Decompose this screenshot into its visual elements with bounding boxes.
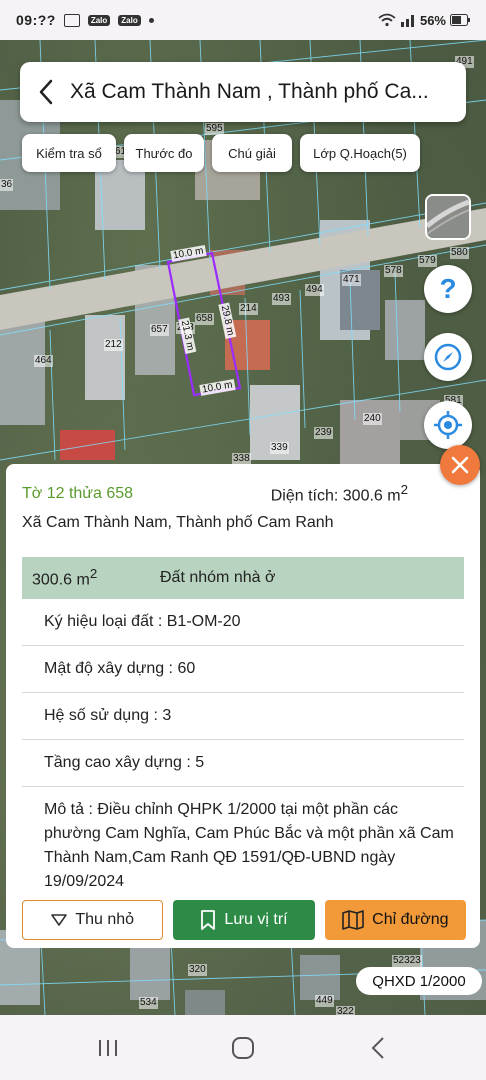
parcel-number: 449 [315,995,334,1007]
parcel-area: Diện tích: 300.6 m2 [271,482,408,505]
measure-button[interactable]: Thước đo [124,134,204,172]
locate-icon [434,411,462,439]
location-header: Xã Cam Thành Nam , Thành phố Ca... [20,62,466,122]
parcel-number: 579 [418,255,437,267]
status-bar: 09:?? Zalo Zalo 56% [0,0,486,40]
zalo-icon: Zalo [87,14,111,26]
parcel-area-unit: 2 [400,482,408,498]
location-title[interactable]: Xã Cam Thành Nam , Thành phố Ca... [70,80,452,104]
parcel-number: 52323 [392,955,422,967]
parcel-number: 494 [305,284,324,296]
compass-icon [434,343,462,371]
wifi-icon [378,13,396,27]
parcel-number: 240 [363,413,382,425]
recents-icon[interactable] [78,1028,138,1068]
bookmark-icon [201,910,216,930]
parcel-number: 36 [0,179,14,191]
battery-icon [450,14,470,26]
zone-area-unit: 2 [89,566,98,582]
parcel-number: 320 [188,964,207,976]
planning-layer-button[interactable]: Lớp Q.Hoạch(5) [300,134,420,172]
status-time: 09:?? [16,12,56,28]
zone-row: 300.6 m2 Đất nhóm nhà ở [22,557,464,599]
help-button[interactable]: ? [424,265,472,313]
layers-icon [427,196,469,238]
save-location-button[interactable]: Lưu vị trí [173,900,315,940]
legend-button[interactable]: Chú giải [212,134,292,172]
dot-icon [148,17,154,23]
close-icon [451,456,469,474]
zone-area-value: 300.6 m [32,571,90,589]
parcel-number: 657 [150,324,169,336]
system-nav-bar [0,1015,486,1080]
back-icon[interactable] [348,1028,408,1068]
chevron-down-icon [51,914,68,926]
parcel-number: 534 [139,997,158,1009]
parcel-header: Tờ 12 thửa 658 Diện tích: 300.6 m2 [22,482,462,506]
collapse-button[interactable]: Thu nhỏ [22,900,164,940]
help-icon: ? [439,273,457,304]
directions-button[interactable]: Chỉ đường [324,900,466,940]
parcel-number: 239 [314,427,333,439]
parcel-number: 212 [104,339,123,351]
parcel-number: 578 [384,265,403,277]
scale-badge[interactable]: QHXD 1/2000 [356,967,482,995]
parcel-number: 471 [342,274,361,286]
battery-percent: 56% [419,12,446,28]
parcel-number: 322 [336,1006,355,1015]
land-code-row: Ký hiệu loại đất : B1-OM-20 [22,599,464,646]
parcel-number: 580 [450,247,469,259]
map-icon [342,910,364,930]
tool-chips: Kiểm tra sổ Thước đo Chú giải Lớp Q.Hoạc… [22,134,420,172]
close-button[interactable] [440,445,480,485]
floors-row: Tầng cao xây dựng : 5 [22,740,464,787]
parcel-number: 339 [270,442,289,454]
save-location-label: Lưu vị trí [224,911,288,928]
zone-area: 300.6 m2 [32,566,160,589]
locate-button[interactable] [424,401,472,449]
parcel-number: 493 [272,293,291,305]
parcel-area-label: Diện tích: 300.6 m [270,487,401,505]
plan-description: Mô tả : Điều chỉnh QHPK 1/2000 tại một p… [44,801,454,890]
action-bar: Thu nhỏ Lưu vị trí Chỉ đường [22,900,466,940]
parcel-number: 464 [34,355,53,367]
home-icon[interactable] [213,1028,273,1068]
layers-button[interactable] [425,194,471,240]
density-row: Mật độ xây dựng : 60 [22,646,464,693]
zalo-icon: Zalo [118,14,141,26]
image-icon [63,13,80,27]
compass-button[interactable] [424,333,472,381]
usage-coef-row: Hệ số sử dụng : 3 [22,693,464,740]
parcel-address: Xã Cam Thành Nam, Thành phố Cam Ranh [22,514,334,531]
parcel-number: 214 [239,303,258,315]
signal-icon [400,15,414,27]
chevron-left-icon[interactable] [34,79,58,105]
parcel-number: 658 [195,313,214,325]
parcel-info-panel: Tờ 12 thửa 658 Diện tích: 300.6 m2 Xã Ca… [6,464,480,948]
parcel-id: Tờ 12 thửa 658 [22,485,134,502]
collapse-label: Thu nhỏ [75,911,135,928]
directions-label: Chỉ đường [372,911,449,928]
check-book-button[interactable]: Kiểm tra sổ [22,134,116,172]
zone-type: Đất nhóm nhà ở [160,569,276,586]
